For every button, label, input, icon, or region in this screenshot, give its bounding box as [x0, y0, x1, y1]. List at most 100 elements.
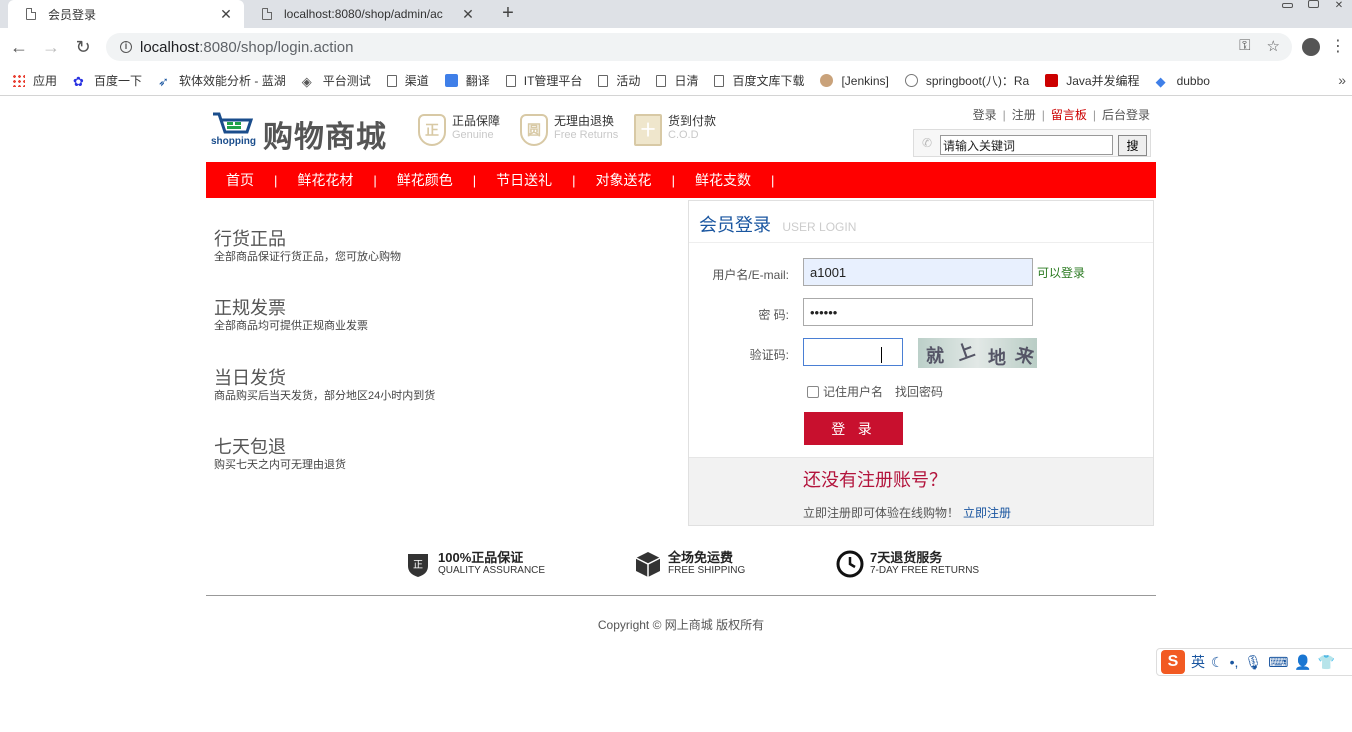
- bookmarks-bar: 应用 ✿ 百度一下 ➶ 软体效能分析 - 蓝湖 ◈ 平台测试 渠道 翻译 IT管理平台…: [0, 66, 1352, 96]
- login-link[interactable]: 登录: [973, 108, 997, 122]
- login-header: 会员登录 USER LOGIN: [689, 201, 1153, 243]
- restore-button[interactable]: [1300, 0, 1326, 14]
- java-icon: [1045, 74, 1059, 87]
- text-cursor-icon: [881, 347, 887, 363]
- close-tab-icon[interactable]: ✕: [218, 6, 234, 23]
- page-icon: [262, 8, 272, 20]
- bookmark-java[interactable]: Java并发编程: [1045, 72, 1140, 89]
- translate-icon: [444, 74, 458, 87]
- user-icon[interactable]: 👤: [1294, 654, 1311, 671]
- sogou-logo-icon[interactable]: S: [1161, 650, 1185, 674]
- moon-icon[interactable]: ☾: [1211, 654, 1224, 671]
- username-ok-message: 可以登录: [1037, 266, 1086, 280]
- shirt-icon[interactable]: 👕: [1318, 654, 1335, 671]
- search-input[interactable]: [940, 135, 1113, 155]
- reload-icon[interactable]: ↻: [72, 36, 94, 58]
- username-input[interactable]: [803, 258, 1033, 286]
- register-now-link[interactable]: 立即注册: [963, 506, 1011, 520]
- bookmark-jenkins[interactable]: [Jenkins]: [820, 74, 889, 88]
- svg-text:正: 正: [413, 560, 423, 571]
- menu-icon[interactable]: ⋮: [1330, 36, 1346, 58]
- page-icon: [598, 74, 609, 87]
- bookmark-it-platform[interactable]: IT管理平台: [505, 72, 582, 89]
- register-text: 立即注册即可体验在线购物！ 立即注册: [803, 506, 1012, 520]
- page-icon: [656, 74, 667, 87]
- nav-flower-count[interactable]: 鲜花支数: [675, 170, 771, 190]
- box-icon: [635, 552, 661, 577]
- feature-cod: 十 货到付款 C.O.D: [634, 114, 716, 146]
- tab-admin[interactable]: localhost:8080/shop/admin/ac ✕: [244, 0, 486, 28]
- username-label: 用户名/E-mail:: [712, 268, 789, 282]
- bookmark-dubbo[interactable]: ◆ dubbo: [1155, 74, 1210, 90]
- page-icon: [714, 74, 725, 87]
- remember-label[interactable]: 记住用户名: [823, 383, 883, 400]
- register-link[interactable]: 注册: [1012, 108, 1036, 122]
- bookmark-platform-test[interactable]: ◈ 平台测试: [302, 72, 371, 89]
- bookmark-springboot[interactable]: springboot(八)：Ra: [904, 72, 1029, 89]
- punctuation-icon[interactable]: •,: [1230, 654, 1239, 670]
- shield-icon: 正: [408, 554, 428, 577]
- tab-login[interactable]: 会员登录 ✕: [8, 0, 244, 28]
- dubbo-icon: ◆: [1155, 74, 1166, 89]
- address-bar[interactable]: i localhost:8080/shop/login.action ⚿ ☆: [106, 33, 1292, 61]
- seal-icon: 十: [634, 114, 662, 146]
- service-free-shipping: 全场免运费 FREE SHIPPING: [634, 550, 745, 578]
- minimize-button[interactable]: [1274, 0, 1300, 14]
- key-icon[interactable]: ⚿: [1239, 37, 1250, 55]
- tab-title: 会员登录: [48, 7, 97, 22]
- forward-icon[interactable]: →: [40, 36, 62, 58]
- bookmark-lanhu[interactable]: ➶ 软体效能分析 - 蓝湖: [158, 72, 286, 89]
- bookmark-activity[interactable]: 活动: [598, 72, 640, 89]
- bookmark-channel[interactable]: 渠道: [386, 72, 429, 89]
- forgot-password-link[interactable]: 找回密码: [895, 383, 943, 400]
- login-title: 会员登录: [699, 215, 771, 235]
- url-path: :8080/shop/login.action: [199, 38, 354, 56]
- site-logo-title[interactable]: 购物商城: [263, 112, 387, 156]
- close-tab-icon[interactable]: ✕: [460, 6, 476, 23]
- info-icon[interactable]: i: [120, 41, 132, 53]
- springboot-icon: [904, 74, 918, 87]
- nav-flower-colors[interactable]: 鲜花颜色: [377, 170, 473, 190]
- bookmark-baidu[interactable]: ✿ 百度一下: [73, 72, 142, 89]
- admin-login-link[interactable]: 后台登录: [1102, 108, 1150, 122]
- footer-divider: [206, 595, 1156, 596]
- captcha-input[interactable]: [803, 338, 903, 366]
- register-area: 还没有注册账号？ 立即注册即可体验在线购物！ 立即注册: [689, 457, 1153, 525]
- login-title-en: USER LOGIN: [782, 220, 857, 234]
- bookmark-wenku[interactable]: 百度文库下载: [714, 72, 804, 89]
- bookmarks-more-icon[interactable]: »: [1338, 72, 1346, 88]
- bookmark-riqing[interactable]: 日清: [656, 72, 698, 89]
- nav-home[interactable]: 首页: [206, 170, 274, 190]
- page-icon: [26, 8, 36, 20]
- jenkins-icon: [820, 74, 834, 87]
- paw-icon: ✿: [73, 74, 84, 89]
- tab-bar: 会员登录 ✕ localhost:8080/shop/admin/ac ✕ + …: [0, 0, 1352, 28]
- message-board-link[interactable]: 留言板: [1051, 108, 1087, 122]
- star-icon[interactable]: ☆: [1267, 37, 1280, 55]
- login-panel: 会员登录 USER LOGIN 用户名/E-mail: 可以登录 密 码: 验证…: [688, 200, 1154, 526]
- remember-checkbox[interactable]: [807, 385, 819, 398]
- captcha-image[interactable]: 就 上 地 来: [918, 338, 1037, 368]
- apps-icon: [12, 74, 25, 87]
- feature-free-returns: 圆 无理由退换 Free Returns: [520, 114, 618, 146]
- bookmark-translate[interactable]: 翻译: [444, 72, 490, 89]
- page-icon: [505, 74, 516, 87]
- main-nav: 首页 | 鲜花花材 | 鲜花颜色 | 节日送礼 | 对象送花 | 鲜花支数 |: [206, 162, 1156, 198]
- url-host: localhost: [140, 38, 200, 56]
- search-button[interactable]: 搜: [1118, 135, 1147, 156]
- close-window-button[interactable]: ✕: [1326, 0, 1352, 14]
- back-icon[interactable]: ←: [8, 36, 30, 58]
- bookmark-apps[interactable]: 应用: [12, 72, 57, 89]
- rocket-icon: ➶: [158, 74, 169, 89]
- login-button[interactable]: 登 录: [804, 412, 903, 445]
- new-tab-button[interactable]: +: [498, 2, 518, 25]
- profile-icon[interactable]: [1302, 38, 1320, 56]
- nav-holiday-gifts[interactable]: 节日送礼: [476, 170, 572, 190]
- password-input[interactable]: [803, 298, 1033, 326]
- seal-icon: 正: [418, 114, 446, 146]
- mic-icon[interactable]: 🎙: [1244, 654, 1262, 671]
- nav-gift-recipient[interactable]: 对象送花: [576, 170, 672, 190]
- nav-flower-materials[interactable]: 鲜花花材: [277, 170, 373, 190]
- ime-mode[interactable]: 英: [1191, 652, 1205, 672]
- keyboard-icon[interactable]: ⌨: [1268, 654, 1288, 671]
